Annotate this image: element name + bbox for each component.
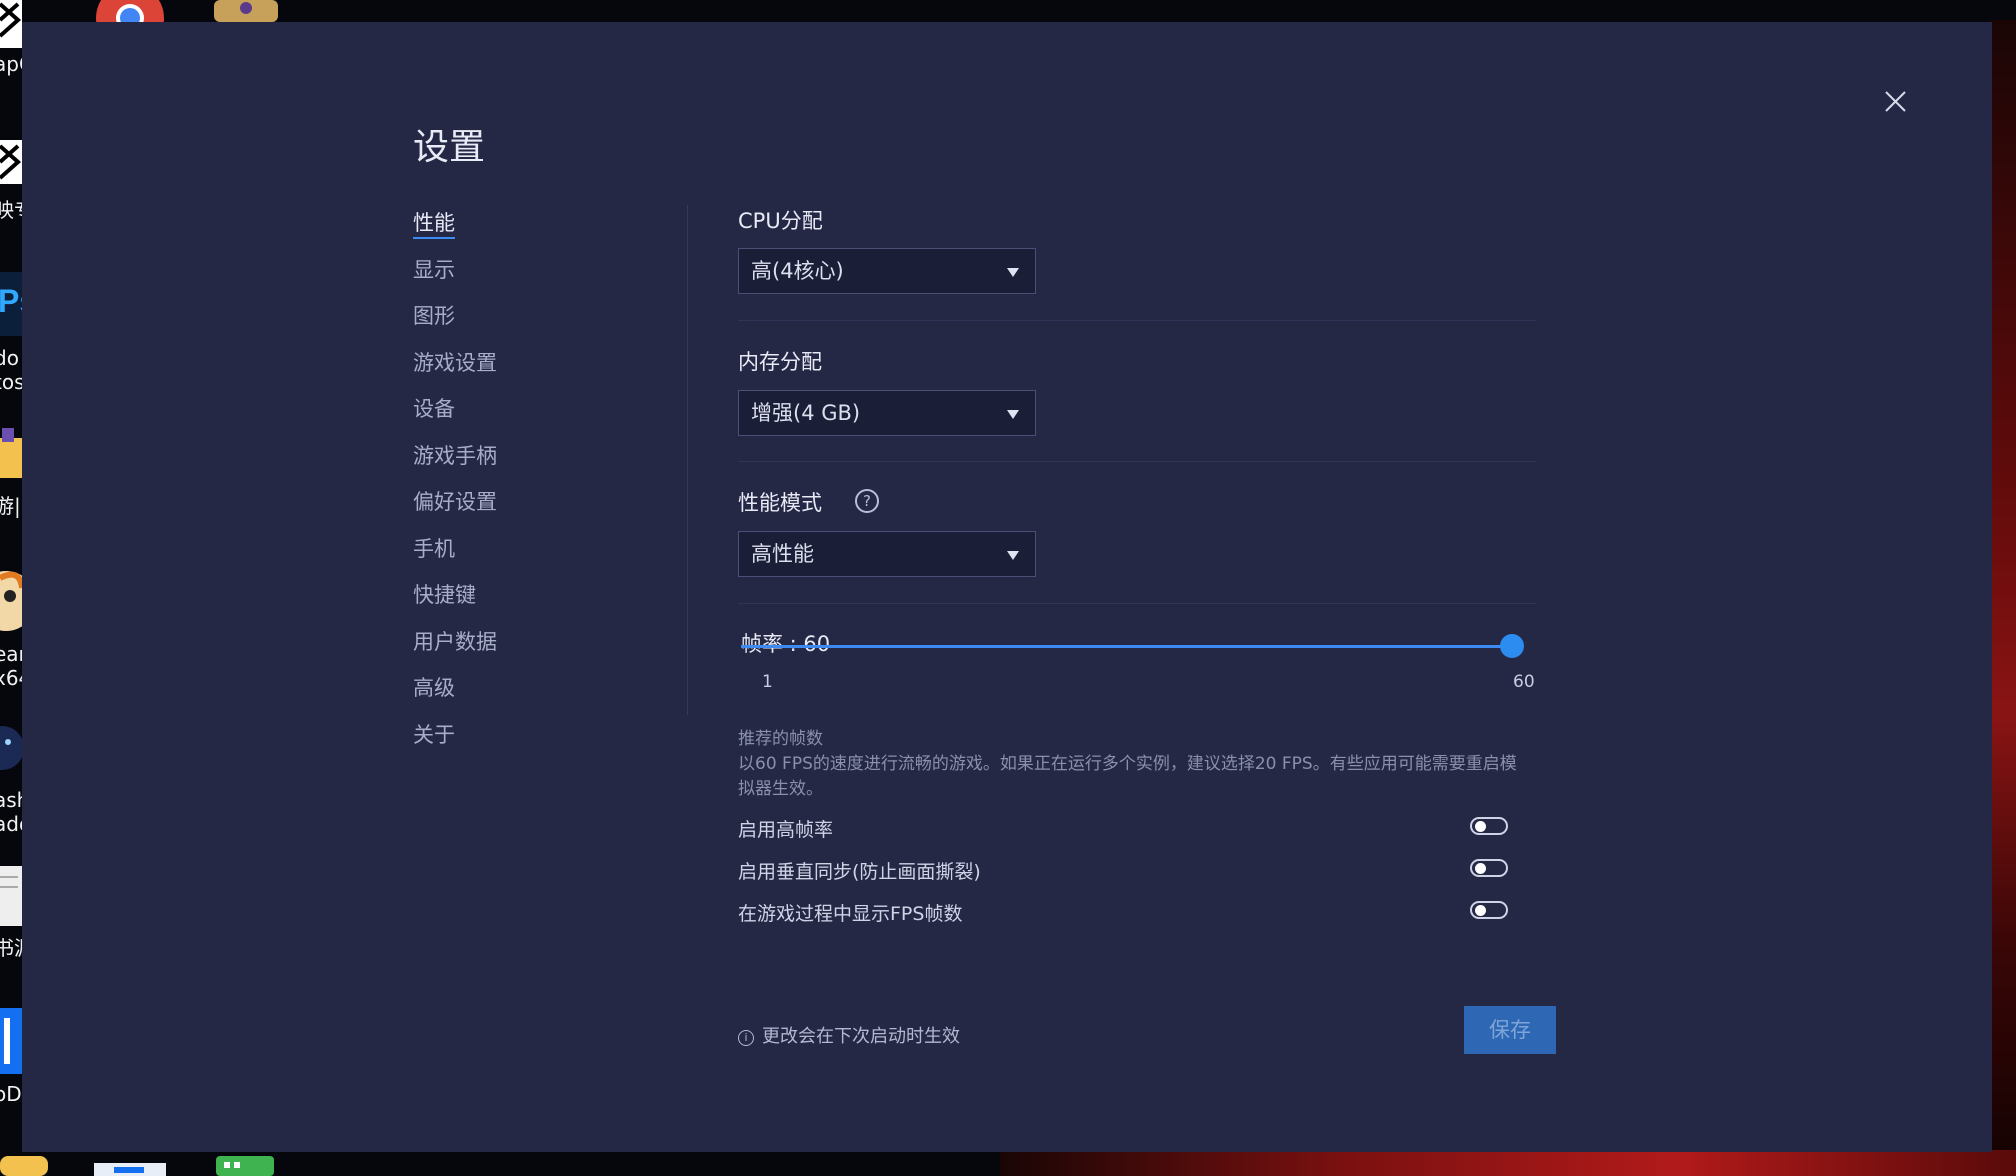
nav-item-gamepad[interactable]: 游戏手柄 — [413, 441, 613, 488]
chevron-down-icon — [1007, 410, 1019, 419]
folder-taskbar-icon[interactable] — [0, 1156, 48, 1176]
show-fps-label: 在游戏过程中显示FPS帧数 — [738, 903, 963, 925]
toggle-knob — [1475, 863, 1486, 874]
desktop-label-photoshop[interactable]: dotos — [0, 346, 24, 394]
close-button[interactable] — [1876, 82, 1916, 122]
nav-item-device[interactable]: 设备 — [413, 394, 613, 441]
nav-item-about[interactable]: 关于 — [413, 720, 613, 767]
save-button[interactable]: 保存 — [1464, 1006, 1556, 1054]
vsync-label: 启用垂直同步(防止画面撕裂) — [738, 861, 981, 883]
chrome-icon[interactable] — [94, 0, 166, 22]
toggle-row-vsync: 启用垂直同步(防止画面撕裂) — [738, 855, 1528, 885]
nav-item-advanced[interactable]: 高级 — [413, 673, 613, 720]
toggle-knob — [1475, 905, 1486, 916]
window-taskbar-icon[interactable] — [94, 1162, 166, 1176]
jianying-icon[interactable] — [0, 140, 22, 184]
perf-mode-label: 性能模式 — [738, 491, 822, 515]
memory-select-value: 增强(4 GB) — [751, 401, 861, 425]
nav-item-shortcuts[interactable]: 快捷键 — [413, 580, 613, 627]
vsync-toggle[interactable] — [1470, 859, 1508, 877]
nav-item-preferences[interactable]: 偏好设置 — [413, 487, 613, 534]
fps-label: 帧率 : 60 — [741, 632, 831, 656]
nav-item-game-settings[interactable]: 游戏设置 — [413, 348, 613, 395]
folder-icon[interactable] — [0, 428, 22, 480]
cpu-select-value: 高(4核心) — [751, 259, 844, 283]
flash-app-icon[interactable] — [0, 718, 22, 774]
fps-slider-track[interactable] — [741, 645, 1516, 648]
footer-note-text: 更改会在下次启动时生效 — [762, 1026, 960, 1047]
book-icon[interactable] — [0, 866, 22, 926]
desktop-label-folder[interactable]: 游| — [0, 494, 24, 518]
desktop-label-book[interactable]: 书源 — [0, 936, 24, 960]
steam-game-icon[interactable] — [0, 568, 22, 634]
nav-item-phone[interactable]: 手机 — [413, 534, 613, 581]
chevron-down-icon — [1007, 551, 1019, 560]
nav-item-graphics[interactable]: 图形 — [413, 301, 613, 348]
section-divider — [738, 461, 1536, 462]
fps-min-label: 1 — [762, 672, 773, 692]
fps-slider-handle[interactable] — [1500, 634, 1524, 658]
info-icon: i — [738, 1030, 754, 1046]
desktop-label-jianying[interactable]: 映专 — [0, 198, 24, 222]
nav-divider — [687, 205, 688, 715]
dialog-title: 设置 — [413, 127, 486, 168]
toggle-row-high-fps: 启用高帧率 — [738, 813, 1528, 843]
help-icon[interactable]: ? — [855, 489, 879, 513]
memory-label: 内存分配 — [738, 350, 822, 374]
desktop-label-steam[interactable]: eanx64 — [0, 642, 24, 690]
section-divider — [738, 603, 1536, 604]
game-app-icon[interactable] — [210, 0, 282, 22]
desktop-label-todesk[interactable]: oDe — [0, 1082, 24, 1106]
perf-mode-select[interactable]: 高性能 — [738, 531, 1036, 577]
cpu-label: CPU分配 — [738, 209, 823, 233]
high-fps-toggle[interactable] — [1470, 817, 1508, 835]
nav-item-display[interactable]: 显示 — [413, 255, 613, 302]
fps-recommended-title: 推荐的帧数 — [738, 729, 823, 749]
fps-max-label: 60 — [1513, 672, 1535, 692]
desktop-wallpaper-edge — [1990, 20, 2016, 1176]
fps-recommended-desc: 以60 FPS的速度进行流畅的游戏。如果正在运行多个实例，建议选择20 FPS。… — [738, 754, 1517, 799]
photoshop-icon[interactable]: Ps — [0, 272, 22, 336]
settings-nav: 性能 显示 图形 游戏设置 设备 游戏手柄 偏好设置 手机 快捷键 用户数据 高… — [413, 208, 613, 766]
memory-select[interactable]: 增强(4 GB) — [738, 390, 1036, 436]
toggle-knob — [1475, 821, 1486, 832]
chevron-down-icon — [1007, 268, 1019, 277]
perf-mode-select-value: 高性能 — [751, 542, 814, 566]
settings-dialog — [22, 22, 1992, 1152]
close-icon — [1885, 91, 1906, 112]
todesk-icon[interactable] — [0, 1008, 22, 1074]
toggle-row-show-fps: 在游戏过程中显示FPS帧数 — [738, 897, 1528, 927]
svg-text:Ps: Ps — [0, 283, 22, 319]
taskbar-wallpaper-edge — [1000, 1150, 2016, 1176]
high-fps-label: 启用高帧率 — [738, 819, 834, 841]
footer-note: i 更改会在下次启动时生效 — [738, 1022, 960, 1048]
wechat-taskbar-icon[interactable] — [216, 1156, 274, 1176]
nav-item-performance[interactable]: 性能 — [413, 208, 613, 255]
section-divider — [738, 320, 1536, 321]
cpu-select[interactable]: 高(4核心) — [738, 248, 1036, 294]
desktop-label-capcut[interactable]: apC — [0, 52, 24, 76]
show-fps-toggle[interactable] — [1470, 901, 1508, 919]
nav-item-user-data[interactable]: 用户数据 — [413, 627, 613, 674]
desktop-label-flash[interactable]: ashado — [0, 788, 24, 836]
capcut-icon[interactable] — [0, 0, 22, 48]
